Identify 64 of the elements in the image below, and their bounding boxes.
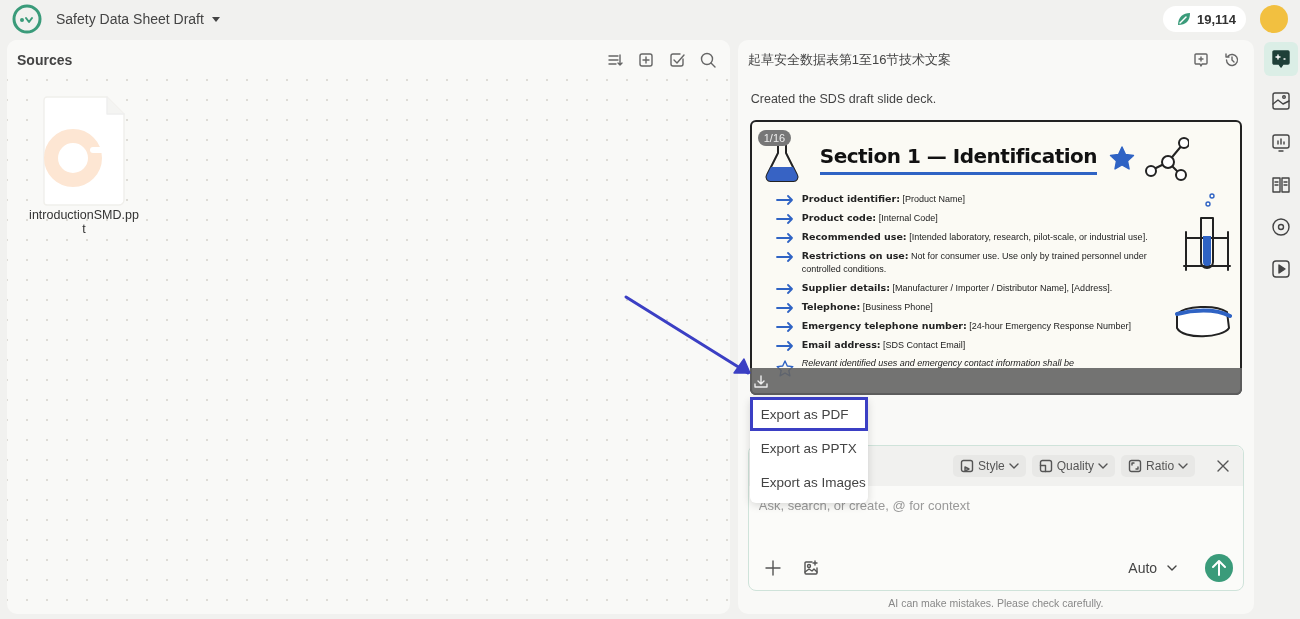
sidebar-tool-button[interactable] [1264,42,1299,76]
option-dropdown[interactable]: Style [953,455,1026,477]
slide-counter: 1/16 [757,130,792,146]
option-dropdown[interactable]: Quality [1031,455,1116,477]
slide-text: Email address: [SDS Contact Email] [801,338,966,352]
square-icon [1038,459,1053,473]
close-icon[interactable] [1217,460,1230,472]
book-icon [1271,175,1292,195]
option-dropdown[interactable]: Ratio [1121,455,1196,477]
slide-text: Product identifier: [Product Name] [801,192,965,206]
image-icon [1271,91,1292,111]
disclaimer-text: AI can make mistakes. Please check carefully. [887,597,1105,609]
add-icon[interactable] [637,52,654,68]
molecule-icon [1143,134,1190,184]
history-icon[interactable] [1224,52,1241,68]
arrow-icon [775,214,794,224]
ai-chat-icon [1271,49,1292,69]
arrow-icon [775,284,794,294]
file-item[interactable]: introductionSMD.ppt [29,96,139,236]
slide-text: Telephone: [Business Phone] [801,300,933,314]
chart-icon [1271,133,1292,153]
slide-text: Supplier details: [Manufacturer / Importer / Distributor Name], [Address]. [801,281,1113,295]
slide-text: Product code: [Internal Code] [801,211,938,225]
file-name: introductionSMD.ppt [29,208,139,236]
chevron-down-icon [1008,463,1019,469]
slide-text: Recommended use: [Intended laboratory, research, pilot-scale, or industrial use]. [801,230,1148,244]
arrow-icon [775,341,794,351]
arrow-icon [775,322,794,332]
image-add-icon[interactable] [802,560,819,576]
file-icon [43,96,125,206]
slide-text: Emergency telephone number: [24-hour Emergency Response Number] [801,319,1131,333]
slide-text: Restrictions on use: Not for consumer use. Use only by trained personnel under controlled conditions. [801,249,1148,276]
send-button[interactable] [1205,554,1234,582]
arrow-icon [775,252,794,262]
chat-title: 起草安全数据表第1至16节技术文案 [747,51,952,69]
test-tube-icon [1182,192,1233,272]
chevron-down-icon [1178,463,1189,469]
sort-icon[interactable] [606,52,623,68]
caret-icon [211,16,220,22]
disc-icon [1271,217,1292,237]
arrow-icon [775,195,794,205]
frame-icon [1128,459,1143,473]
arrow-icon [775,303,794,313]
slide-title: Section 1 — Identification [819,143,1098,168]
play-icon [1271,259,1292,279]
model-dropdown[interactable]: Auto [1122,559,1184,577]
chat-message: Created the SDS draft slide deck. [750,92,938,106]
picture-icon [960,459,975,473]
project-title-dropdown[interactable]: Safety Data Sheet Draft [56,11,220,27]
plus-icon[interactable] [764,560,781,576]
arrow-icon [775,233,794,243]
search-icon[interactable] [699,52,716,68]
download-icon[interactable] [753,374,768,389]
checkbox-icon[interactable] [668,52,685,68]
menu-item[interactable]: Export as PDF [749,397,868,431]
logo-icon[interactable] [12,4,42,34]
panel-title: Sources [17,52,73,68]
chevron-down-icon [1167,565,1178,571]
arrow-up-icon [1212,560,1227,576]
chevron-down-icon [1098,463,1109,469]
credits-count: 19,114 [1196,11,1236,27]
menu-item[interactable]: Export as Images [749,465,868,499]
new-chat-icon[interactable] [1193,52,1210,68]
slide-text: Relevant identified uses and emergency contact information shall be [801,357,1074,370]
